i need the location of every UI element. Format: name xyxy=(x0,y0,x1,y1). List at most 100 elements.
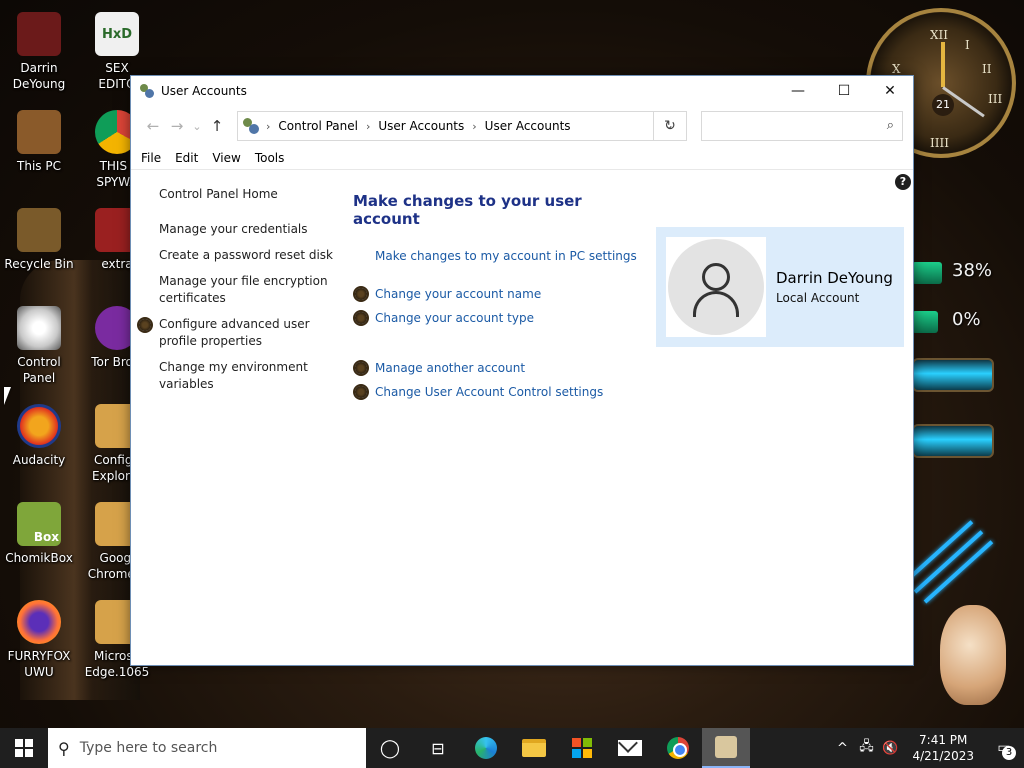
environment-variables-link[interactable]: Change my environment variables xyxy=(159,359,339,393)
taskbar-file-explorer[interactable] xyxy=(510,728,558,768)
memory-gauge-bar xyxy=(912,311,938,333)
up-button[interactable]: ↑ xyxy=(205,117,229,135)
audacity-icon xyxy=(17,404,61,448)
navigation-bar: ← → ⌄ ↑ › Control Panel › User Accounts … xyxy=(131,106,913,146)
file-explorer-icon xyxy=(522,739,546,757)
taskbar-time: 7:41 PM xyxy=(919,733,968,747)
taskbar-edge[interactable] xyxy=(462,728,510,768)
pc-settings-link[interactable]: Make changes to my account in PC setting… xyxy=(353,248,653,272)
title-bar[interactable]: User Accounts — ☐ ✕ xyxy=(131,76,913,106)
task-view-button[interactable]: ◯ xyxy=(366,728,414,768)
desktop-icon-control-panel[interactable]: Control Panel xyxy=(0,306,78,386)
menu-bar: File Edit View Tools xyxy=(131,146,913,170)
main-content: Make changes to your user account Make c… xyxy=(353,192,653,408)
account-card: Darrin DeYoung Local Account xyxy=(656,227,904,347)
shield-icon xyxy=(355,288,367,300)
desktop-icon-recycle-bin[interactable]: Recycle Bin xyxy=(0,208,78,272)
user-accounts-window: User Accounts — ☐ ✕ ← → ⌄ ↑ › Control Pa… xyxy=(130,75,914,666)
clock-hour-hand xyxy=(941,42,945,87)
taskbar-control-panel[interactable] xyxy=(702,728,750,768)
system-tray: ^ 🖧 🔇 7:41 PM 4/21/2023 ▭ 3 xyxy=(830,728,1024,768)
desktop-icon-furryfox[interactable]: FURRYFOX UWU xyxy=(0,600,78,680)
hxd-editor-icon: HxD xyxy=(95,12,139,56)
menu-edit[interactable]: Edit xyxy=(175,151,198,165)
account-type: Local Account xyxy=(776,291,860,305)
taskbar-clock[interactable]: 7:41 PM 4/21/2023 xyxy=(902,732,984,764)
taskbar-chrome[interactable] xyxy=(654,728,702,768)
password-reset-disk-link[interactable]: Create a password reset disk xyxy=(159,247,339,264)
shield-icon xyxy=(355,362,367,374)
cpu-gauge: 38% xyxy=(912,256,1012,290)
avatar xyxy=(666,237,766,337)
breadcrumb-user-accounts-current[interactable]: User Accounts xyxy=(485,119,571,133)
maximize-button[interactable]: ☐ xyxy=(821,76,867,106)
network-icon[interactable]: 🖧 xyxy=(854,737,878,759)
recycle-bin-icon xyxy=(17,208,61,252)
shield-icon xyxy=(355,386,367,398)
search-input[interactable]: ⌕ xyxy=(701,111,903,141)
memory-gauge: 0% xyxy=(912,305,1012,339)
timeline-button[interactable]: ⊟ xyxy=(414,728,462,768)
volume-muted-icon[interactable]: 🔇 xyxy=(878,741,902,756)
menu-view[interactable]: View xyxy=(212,151,240,165)
tray-overflow-chevron-icon[interactable]: ^ xyxy=(830,741,854,756)
minimize-button[interactable]: — xyxy=(775,76,821,106)
breadcrumb-user-accounts[interactable]: User Accounts xyxy=(378,119,464,133)
file-encryption-certificates-link[interactable]: Manage your file encryption certificates xyxy=(159,273,339,307)
laser-rays-decoration xyxy=(903,510,995,604)
advanced-profile-properties-link[interactable]: Configure advanced user profile properti… xyxy=(139,316,339,350)
change-account-name-link[interactable]: Change your account name xyxy=(353,286,653,310)
notification-count: 3 xyxy=(1002,746,1016,760)
breadcrumb-control-panel[interactable]: Control Panel xyxy=(278,119,358,133)
shield-icon xyxy=(139,319,151,331)
refresh-button[interactable]: ↻ xyxy=(653,111,687,141)
start-button[interactable] xyxy=(0,728,48,768)
clock-date: 21 xyxy=(932,94,954,116)
tube-gauge-2 xyxy=(912,424,994,458)
menu-tools[interactable]: Tools xyxy=(255,151,285,165)
taskbar-mail[interactable] xyxy=(606,728,654,768)
user-icon xyxy=(668,239,764,335)
recent-locations-button[interactable]: ⌄ xyxy=(189,120,205,133)
store-icon xyxy=(572,738,592,758)
taskbar-search-box[interactable]: ⚲ Type here to search xyxy=(48,728,366,768)
taskbar-search-placeholder: Type here to search xyxy=(79,740,218,756)
taskbar-store[interactable] xyxy=(558,728,606,768)
desktop-icon-user-folder[interactable]: Darrin DeYoung xyxy=(0,12,78,92)
desktop-icon-chomikbox[interactable]: Box ChomikBox xyxy=(0,502,78,566)
notifications-button[interactable]: ▭ 3 xyxy=(984,728,1024,768)
control-panel-icon xyxy=(242,117,260,135)
cpu-gauge-bar xyxy=(912,262,942,284)
desktop-icon-audacity[interactable]: Audacity xyxy=(0,404,78,468)
chrome-icon xyxy=(667,737,689,759)
window-controls: — ☐ ✕ xyxy=(775,76,913,106)
menu-file[interactable]: File xyxy=(141,151,161,165)
address-bar[interactable]: › Control Panel › User Accounts › User A… xyxy=(237,111,687,141)
account-name: Darrin DeYoung xyxy=(776,269,893,287)
help-button[interactable]: ? xyxy=(895,174,911,190)
search-icon: ⌕ xyxy=(886,118,894,133)
taskbar-date: 4/21/2023 xyxy=(912,749,974,763)
cpu-gauge-value: 38% xyxy=(952,260,993,281)
page-heading: Make changes to your user account xyxy=(353,192,582,228)
left-navigation-pane: Control Panel Home Manage your credentia… xyxy=(139,186,339,402)
forward-button[interactable]: → xyxy=(165,117,189,135)
manage-another-account-link[interactable]: Manage another account xyxy=(353,360,653,384)
control-panel-icon xyxy=(17,306,61,350)
close-button[interactable]: ✕ xyxy=(867,76,913,106)
this-pc-icon xyxy=(17,110,61,154)
hamster-desktop-pet[interactable] xyxy=(940,605,1006,705)
memory-gauge-value: 0% xyxy=(952,309,981,330)
taskbar: ⚲ Type here to search ◯ ⊟ ^ 🖧 🔇 7:41 PM … xyxy=(0,728,1024,768)
manage-credentials-link[interactable]: Manage your credentials xyxy=(159,221,339,238)
window-title: User Accounts xyxy=(161,84,247,98)
tube-gauge-1 xyxy=(912,358,994,392)
uac-settings-link[interactable]: Change User Account Control settings xyxy=(353,384,653,408)
control-panel-icon xyxy=(715,736,737,758)
edge-icon xyxy=(475,737,497,759)
control-panel-home-link[interactable]: Control Panel Home xyxy=(159,186,339,203)
back-button[interactable]: ← xyxy=(141,117,165,135)
user-folder-icon xyxy=(17,12,61,56)
change-account-type-link[interactable]: Change your account type xyxy=(353,310,653,334)
desktop-icon-this-pc[interactable]: This PC xyxy=(0,110,78,174)
